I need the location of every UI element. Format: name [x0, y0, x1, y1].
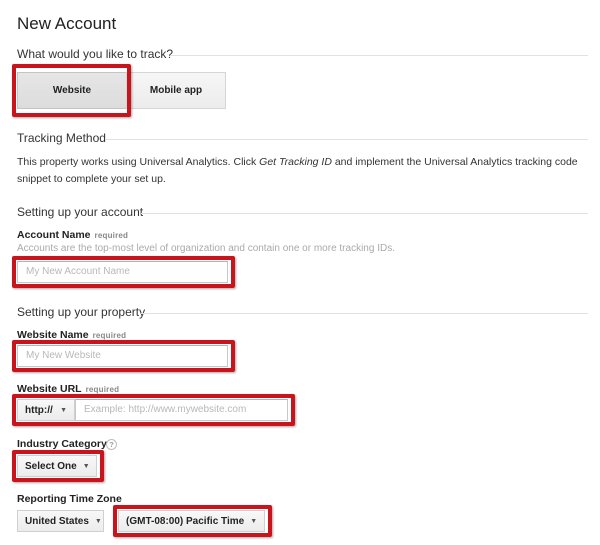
property-heading: Setting up your property: [17, 305, 146, 319]
track-divider: [170, 55, 588, 56]
tracking-method-description: This property works using Universal Anal…: [17, 156, 578, 185]
account-divider: [141, 213, 588, 214]
time-zone-highlight-box: [113, 505, 272, 537]
account-heading: Setting up your account: [17, 205, 144, 219]
website-url-required: required: [85, 385, 120, 394]
caret-down-icon: ▼: [94, 517, 102, 525]
website-name-highlight-box: [12, 340, 235, 372]
account-name-highlight-box: [12, 256, 235, 288]
website-name-required: required: [92, 331, 127, 340]
tracking-method-heading: Tracking Method: [17, 131, 106, 145]
country-select[interactable]: United States ▼: [17, 510, 104, 532]
property-divider: [141, 313, 588, 314]
industry-category-highlight-box: [12, 450, 104, 482]
track-heading: What would you like to track?: [17, 47, 174, 61]
website-url-highlight-box: [12, 394, 295, 426]
account-name-help: Accounts are the top-most level of organ…: [17, 243, 395, 254]
mobile-app-toggle-button[interactable]: Mobile app: [126, 72, 226, 109]
account-name-label: Account Name required: [17, 229, 129, 241]
question-circle-icon[interactable]: ?: [106, 439, 117, 450]
industry-category-label: Industry Category: [17, 438, 107, 450]
page-title: New Account: [17, 14, 117, 33]
website-highlight-box: [12, 64, 131, 117]
get-tracking-id-text: Get Tracking ID: [259, 156, 332, 168]
country-value: United States: [25, 515, 89, 527]
reporting-time-zone-label: Reporting Time Zone: [17, 493, 122, 505]
tracking-method-divider: [106, 139, 588, 140]
account-name-required: required: [94, 231, 129, 240]
